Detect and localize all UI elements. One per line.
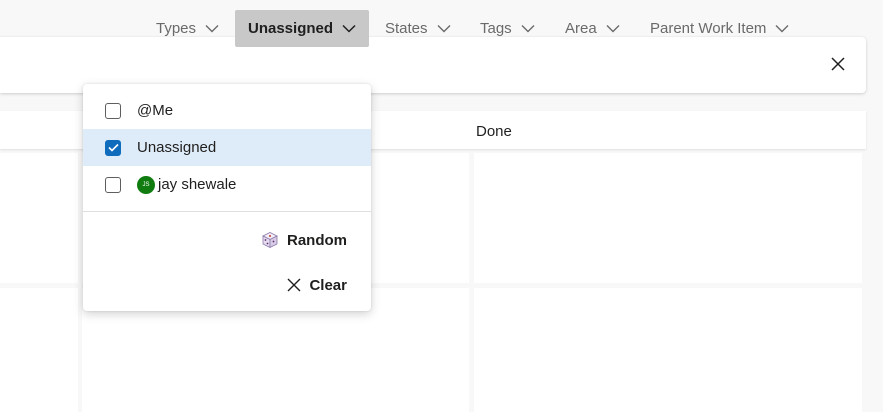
filter-label: Unassigned bbox=[248, 20, 334, 37]
chevron-down-icon bbox=[342, 24, 356, 33]
filter-area[interactable]: Area bbox=[565, 10, 620, 47]
assigned-to-dropdown: @Me Unassigned JS jay shewale Random Cle… bbox=[83, 84, 371, 311]
option-label: Unassigned bbox=[137, 139, 217, 156]
chevron-down-icon bbox=[205, 25, 219, 33]
chevron-down-icon bbox=[437, 25, 451, 33]
divider bbox=[83, 211, 371, 212]
avatar: JS bbox=[137, 175, 155, 194]
chevron-down-icon bbox=[775, 25, 789, 33]
column-title-done: Done bbox=[476, 123, 512, 140]
filter-parent-work-item[interactable]: Parent Work Item bbox=[650, 10, 789, 47]
option-me[interactable]: @Me bbox=[83, 92, 371, 129]
board-cell bbox=[474, 288, 862, 412]
filter-label: Parent Work Item bbox=[650, 20, 767, 37]
chevron-down-icon bbox=[521, 25, 535, 33]
filter-label: Area bbox=[565, 20, 597, 37]
filter-types[interactable]: Types bbox=[156, 10, 219, 47]
filter-tags[interactable]: Tags bbox=[480, 10, 535, 47]
board-cell bbox=[0, 288, 78, 412]
option-label: jay shewale bbox=[158, 176, 237, 193]
chevron-down-icon bbox=[606, 25, 620, 33]
close-icon bbox=[831, 57, 845, 71]
checkbox[interactable] bbox=[105, 102, 121, 119]
random-label: Random bbox=[287, 231, 347, 249]
board-cell bbox=[0, 153, 78, 283]
close-filters-button[interactable] bbox=[827, 53, 849, 75]
filter-assigned-to[interactable]: Unassigned bbox=[235, 10, 370, 47]
checkbox-checked[interactable] bbox=[105, 139, 121, 156]
clear-label: Clear bbox=[309, 276, 347, 294]
close-icon bbox=[287, 278, 301, 292]
checkbox[interactable] bbox=[105, 176, 121, 193]
option-label: @Me bbox=[137, 102, 174, 119]
board-cell bbox=[474, 153, 862, 283]
option-unassigned[interactable]: Unassigned bbox=[83, 129, 371, 166]
filter-states[interactable]: States bbox=[385, 10, 451, 47]
filter-label: Types bbox=[156, 20, 197, 37]
option-user-jay-shewale[interactable]: JS jay shewale bbox=[83, 166, 371, 203]
clear-button[interactable]: Clear bbox=[287, 273, 347, 297]
filter-label: Tags bbox=[480, 20, 512, 37]
dice-icon bbox=[261, 231, 279, 249]
checkmark-icon bbox=[107, 143, 119, 152]
filter-label: States bbox=[385, 20, 428, 37]
random-button[interactable]: Random bbox=[261, 228, 347, 252]
